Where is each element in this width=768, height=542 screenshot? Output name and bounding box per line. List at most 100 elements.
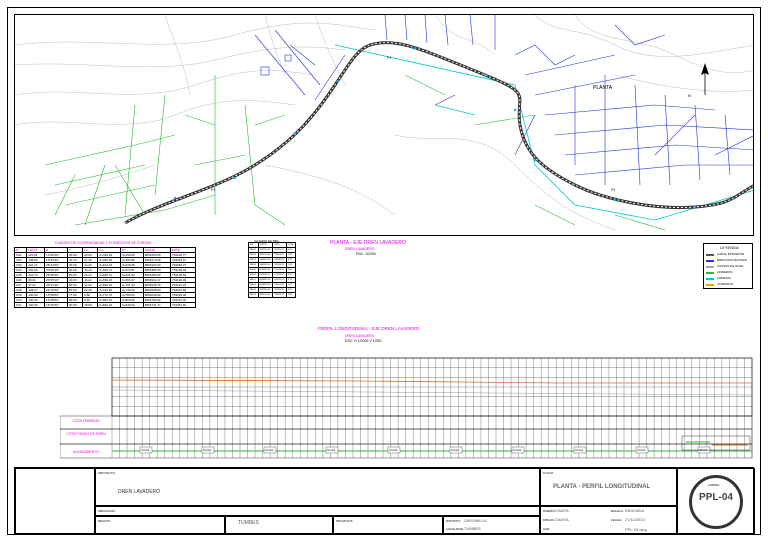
- legend-swatch: [706, 260, 714, 262]
- logo-cell: [15, 468, 95, 535]
- profile-legend-box: [681, 435, 751, 451]
- table-cell: 763324.78: [272, 292, 287, 298]
- blue-canals: [254, 15, 753, 186]
- diseno-label: DISEÑO:: [543, 509, 556, 513]
- stations: [173, 46, 697, 209]
- curve-label: Curva: [389, 448, 397, 452]
- row-cota-fondo: [60, 428, 753, 445]
- region-value: TUMBES: [238, 520, 259, 526]
- fecha-value: 27/11/2023: [625, 517, 645, 522]
- escala-label: ESCALA:: [611, 509, 624, 513]
- pi-label: PI: [211, 187, 215, 192]
- ubicacion-cell: UBICACION:: [95, 506, 540, 516]
- region-label: REGION:: [98, 519, 111, 523]
- table-cell: 0+830.22: [97, 302, 122, 308]
- ubicacion-label: UBICACION:: [98, 509, 116, 513]
- curve-label: Curva: [203, 448, 211, 452]
- legend-swatch: [706, 254, 714, 256]
- contour-lines: [15, 15, 753, 231]
- escala-value: INDICADA: [625, 508, 645, 513]
- plan-view: N PLANTA PI PI PI: [14, 14, 754, 236]
- legend-label: VIVIENDAS: [717, 282, 734, 286]
- fecha-label: FECHA:: [611, 518, 623, 522]
- curve-label: Curva: [141, 448, 149, 452]
- table-cell: 8654700.52: [257, 292, 274, 298]
- drain-bottom-profile: [111, 389, 753, 396]
- legend-swatch: [706, 266, 714, 268]
- cyan-road: [334, 44, 753, 221]
- plano-cell: PLANO: PLANTA - PERFIL LONGITUDINAL: [540, 468, 677, 506]
- curve-label: Curva: [575, 448, 583, 452]
- curve-label: Curva: [513, 448, 521, 452]
- row-cota-terreno: [60, 415, 753, 430]
- proyecto-cell: PROYECTO: DREN LAVADERO: [95, 468, 540, 506]
- profile-title: PERFIL LONGITUDINAL - EJE DREN LAVADERO: [318, 326, 420, 331]
- meta-cell: DISEÑO: CAMTA DIBUJO: CAMTA CAD: ESCALA:…: [540, 506, 677, 535]
- sheet-code: PPL-04: [699, 492, 733, 503]
- distrito-label: DISTRITO:: [446, 519, 461, 523]
- table-cell: 0+849.02: [120, 302, 144, 308]
- region-value-cell: TUMBES: [225, 516, 333, 535]
- plano-title: PLANTA - PERFIL LONGITUDINAL: [553, 484, 651, 490]
- north-label: N: [688, 93, 691, 98]
- row-label-cota-terreno: COTA TERRENO: [72, 419, 100, 423]
- plano-label: PLANO:: [543, 471, 555, 475]
- table-row: C11 100.00 16°29'30" 30.00 18.80 0+830.22 0+84…: [13, 302, 196, 308]
- table-cell: 8654741.77: [142, 302, 172, 308]
- terrain-profile: [111, 379, 752, 384]
- diseno-value: CAMTA: [555, 508, 569, 513]
- curve-label: Curva: [637, 448, 645, 452]
- table-cell: 5.88: [285, 292, 297, 298]
- distrito-cell: DISTRITO: ZARUMILLA LOCALIDAD: TUMBES: [443, 516, 540, 535]
- pi-label: PI: [611, 187, 615, 192]
- table-cell: 16°29'30": [44, 302, 69, 308]
- legend-swatch: [706, 272, 714, 274]
- coord-table: PI DELTA R T LC PC PT NORTE ESTE C01 115.28 13°06'2…: [13, 247, 196, 308]
- legend-label: DREN PROYECTADO: [717, 258, 748, 262]
- table-cell: 30.00: [67, 302, 84, 308]
- curve-label: Curva: [265, 448, 273, 452]
- curve-label: Curva: [327, 448, 335, 452]
- profile-grid: Curva Curva Curva Curva Curva Curva Curva Curva…: [60, 357, 753, 459]
- legend-swatch: [706, 284, 714, 286]
- localidad-label: LOCALIDAD:: [446, 527, 464, 531]
- table-cell: 100.00: [26, 302, 46, 308]
- legend-label: LINDEROS: [717, 270, 733, 274]
- table-cell: C11: [13, 302, 28, 308]
- region-cell: REGION:: [95, 516, 225, 535]
- bm-table: BM NORTE ESTE COTA BM-01 8654200.00 763220.77 5…: [248, 242, 297, 298]
- table-row: BM-10 8654700.52 763324.78 5.88: [248, 292, 297, 298]
- legend-label: CURVAS DE NIVEL: [717, 264, 744, 268]
- title-block: PROYECTO: DREN LAVADERO UBICACION: REGIO…: [14, 467, 755, 535]
- profile-scale: ESC: H 1/2000 V 1/250: [345, 339, 382, 343]
- legend-swatch: [706, 278, 714, 280]
- legend-label: CAMINOS: [717, 276, 732, 280]
- distrito-value: ZARUMILLA: [464, 518, 487, 523]
- table-cell: 18.80: [82, 302, 99, 308]
- legend-label: CANAL EXISTENTE: [717, 252, 745, 256]
- proyecto-label: PROYECTO:: [98, 471, 116, 475]
- row-label-alineamiento: ALINEAMIENTO: [73, 450, 99, 454]
- pi-label: PI: [387, 55, 391, 60]
- legend-title: LEYENDA: [720, 245, 739, 250]
- plan-map: [15, 15, 753, 231]
- cad-value: PPL-04.dwg: [625, 527, 647, 532]
- legend: LEYENDA CANAL EXISTENTE DREN PROYECTADO CU…: [703, 243, 753, 289]
- dibujo-value: CAMTA: [555, 517, 569, 522]
- green-lines: [44, 74, 666, 231]
- provincia-cell: PROVINCIA:: [333, 516, 443, 535]
- proyecto-value: DREN LAVADERO: [118, 489, 161, 495]
- dibujo-label: DIBUJO:: [543, 518, 555, 522]
- sheet-cell: LAMINA: PPL-04: [677, 468, 755, 535]
- planta-label: PLANTA: [593, 85, 613, 91]
- curve-label: Curva: [451, 448, 459, 452]
- provincia-label: PROVINCIA:: [336, 519, 354, 523]
- plan-scale: ESC: 1/2000: [356, 252, 376, 256]
- table-cell: BM-10: [248, 292, 259, 298]
- legend-item: VIVIENDAS: [706, 282, 752, 288]
- cad-label: CAD:: [543, 527, 551, 531]
- row-label-cota-fondo: COTA FONDO DE DREN: [66, 432, 106, 436]
- drain-axis: [124, 41, 753, 225]
- coord-table-title: CUADRO DE COORDENADAS Y ELEMENTOS DE CUR…: [55, 241, 152, 245]
- localidad-value: TUMBES: [464, 526, 481, 531]
